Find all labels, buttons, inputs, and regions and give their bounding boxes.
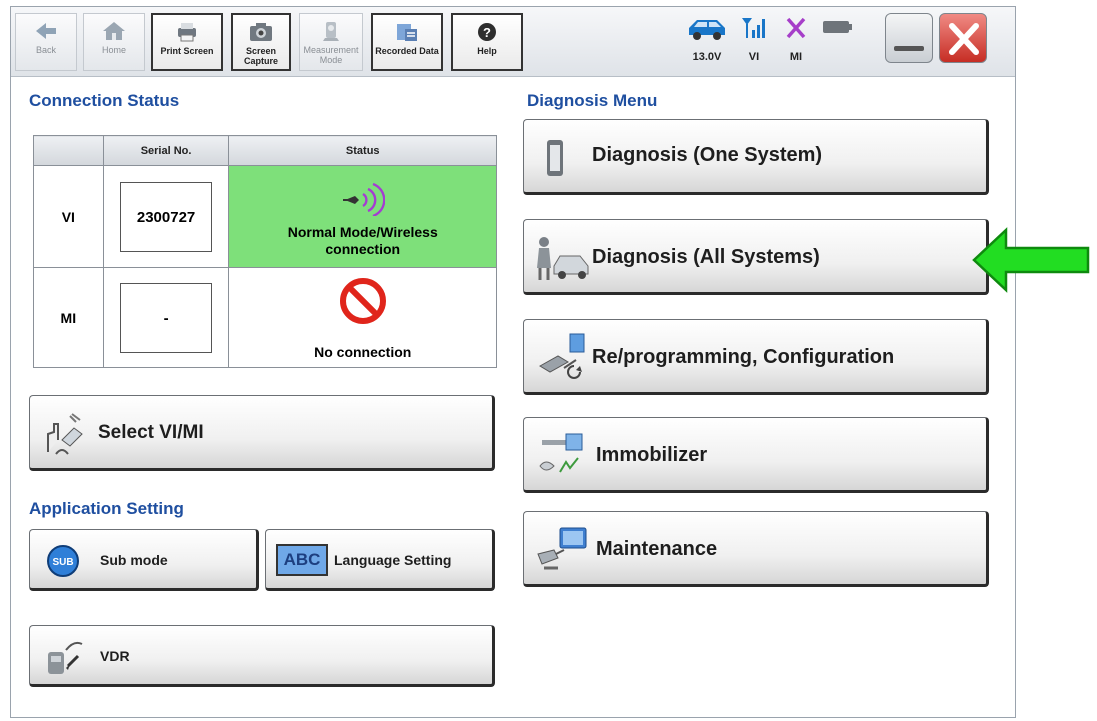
reprogramming-label: Re/programming, Configuration xyxy=(592,346,895,368)
app-window: Back Home Print Screen Screen Capture Me… xyxy=(10,6,1016,718)
battery-icon xyxy=(823,21,852,33)
back-button[interactable]: Back xyxy=(15,13,77,71)
application-setting-title: Application Setting xyxy=(29,499,184,518)
diagnosis-one-system-label: Diagnosis (One System) xyxy=(592,144,823,166)
sub-mode-badge: SUB xyxy=(52,557,73,568)
status-text-mi: No connection xyxy=(314,343,412,360)
home-button[interactable]: Home xyxy=(83,13,145,71)
sub-mode-label: Sub mode xyxy=(100,552,168,568)
connection-table: Serial No. Status VI 2300727 Normal Mode… xyxy=(33,135,497,368)
signal-icon xyxy=(742,18,765,38)
screen-capture-button[interactable]: Screen Capture xyxy=(231,13,291,71)
table-header-blank xyxy=(33,135,104,166)
mi-label: MI xyxy=(789,51,803,63)
row-label-vi: VI xyxy=(33,165,104,268)
language-setting-label: Language Setting xyxy=(334,552,452,568)
screen-capture-label: Screen Capture xyxy=(243,46,278,66)
select-vimi-button[interactable]: Select VI/MI xyxy=(29,395,495,471)
vdr-icon xyxy=(48,641,83,674)
status-cell-mi: No connection xyxy=(228,267,497,368)
voltage-label: 13.0V xyxy=(692,51,722,63)
home-icon xyxy=(103,22,125,40)
vi-label: VI xyxy=(748,51,760,63)
back-label: Back xyxy=(35,45,56,55)
help-icon: ? xyxy=(478,23,496,41)
wireless-icon xyxy=(342,182,385,216)
battery-indicator xyxy=(819,13,855,46)
diagnosis-all-systems-label: Diagnosis (All Systems) xyxy=(592,246,820,268)
help-button[interactable]: ? Help xyxy=(451,13,523,71)
car-icon xyxy=(689,20,725,40)
print-screen-label: Print Screen xyxy=(160,46,214,56)
help-label: Help xyxy=(477,46,497,56)
serial-value-mi: - xyxy=(120,282,213,353)
row-label-mi: MI xyxy=(33,267,104,368)
immobilizer-button[interactable]: Immobilizer xyxy=(523,417,989,493)
select-vimi-label: Select VI/MI xyxy=(98,422,204,443)
vi-indicator: VI xyxy=(737,13,771,63)
sub-mode-button[interactable]: SUB Sub mode xyxy=(29,529,259,591)
recorded-data-label: Recorded Data xyxy=(375,46,439,56)
serial-header: Serial No. xyxy=(102,135,230,166)
pointer-arrow-icon xyxy=(972,227,1090,293)
immobilizer-label: Immobilizer xyxy=(596,444,708,466)
abc-icon: ABC xyxy=(276,544,328,576)
single-system-icon xyxy=(547,140,563,176)
recorded-data-icon xyxy=(397,24,417,41)
maintenance-label: Maintenance xyxy=(596,538,718,560)
vdr-button[interactable]: VDR xyxy=(29,625,495,687)
diagnosis-one-system-button[interactable]: Diagnosis (One System) xyxy=(523,119,989,195)
reprogramming-icon xyxy=(539,333,585,379)
printer-icon xyxy=(178,23,196,42)
all-systems-icon xyxy=(537,237,589,280)
measurement-mode-button[interactable]: Measurement Mode xyxy=(299,13,363,71)
language-setting-button[interactable]: ABC Language Setting xyxy=(265,529,495,591)
diagnosis-menu-title: Diagnosis Menu xyxy=(527,91,658,110)
maintenance-icon xyxy=(537,527,587,570)
status-cell-vi: Normal Mode/Wireless connection xyxy=(228,165,497,268)
toolbar: Back Home Print Screen Screen Capture Me… xyxy=(11,7,1015,77)
meter-icon xyxy=(323,22,339,41)
status-header: Status xyxy=(228,135,497,166)
recorded-data-button[interactable]: Recorded Data xyxy=(371,13,443,71)
no-connection-icon xyxy=(339,277,386,324)
svg-text:?: ? xyxy=(483,25,491,40)
disconnected-x-icon xyxy=(786,17,806,39)
select-hand-icon xyxy=(47,413,83,455)
connection-status-indicators: 13.0V VI MI xyxy=(673,13,873,71)
diagnosis-all-systems-button[interactable]: Diagnosis (All Systems) xyxy=(523,219,989,295)
vdr-label: VDR xyxy=(100,648,130,664)
close-icon xyxy=(949,23,979,55)
print-screen-button[interactable]: Print Screen xyxy=(151,13,223,71)
sub-mode-icon: SUB xyxy=(47,545,79,577)
table-row-vi: VI 2300727 Normal Mode/Wireless connecti… xyxy=(33,165,497,268)
measurement-mode-label: Measurement Mode xyxy=(303,45,359,65)
reprogramming-button[interactable]: Re/programming, Configuration xyxy=(523,319,989,395)
close-button[interactable] xyxy=(939,13,987,63)
connection-status-title: Connection Status xyxy=(29,91,180,110)
mi-indicator: MI xyxy=(779,13,813,63)
back-arrow-icon xyxy=(36,23,56,39)
status-text-vi: Normal Mode/Wireless connection xyxy=(287,223,438,257)
maintenance-button[interactable]: Maintenance xyxy=(523,511,989,587)
serial-value-vi: 2300727 xyxy=(120,181,213,252)
minimize-button[interactable] xyxy=(885,13,933,63)
camera-icon xyxy=(250,23,272,41)
battery-voltage-indicator: 13.0V xyxy=(683,13,731,63)
table-row-mi: MI - No connection xyxy=(33,267,497,368)
home-label: Home xyxy=(101,45,126,55)
immobilizer-icon xyxy=(539,433,583,473)
